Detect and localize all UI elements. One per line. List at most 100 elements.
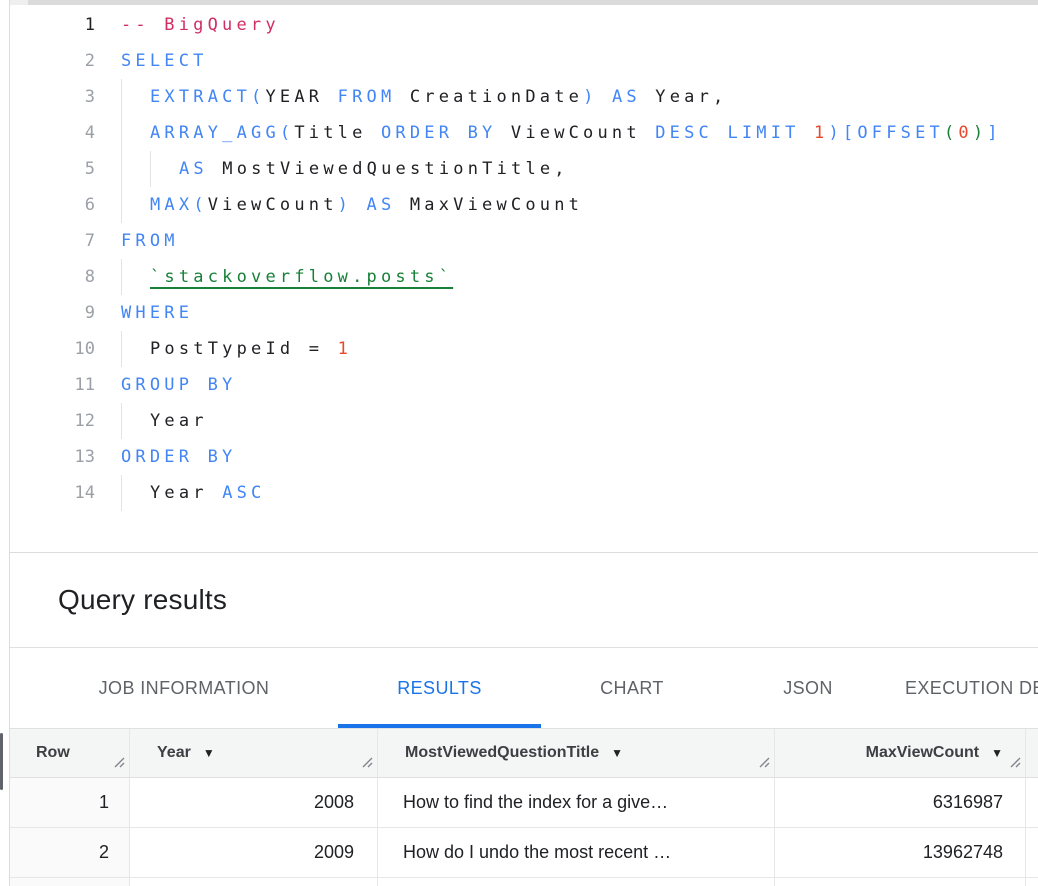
code-tokens: `stackoverflow.posts` xyxy=(150,259,453,295)
cell-year xyxy=(130,878,378,886)
column-header-maxviewcount[interactable]: MaxViewCount ▼ xyxy=(775,729,1026,778)
cell-max: 13962748 xyxy=(775,828,1026,878)
tab-execution-details[interactable]: EXECUTION DETAILS xyxy=(893,648,1038,728)
column-label: MaxViewCount xyxy=(866,744,980,762)
table-row: 2 2009 How do I undo the most recent …1396… xyxy=(10,828,1038,878)
query-results-header: Query results xyxy=(10,553,1038,648)
column-resize-handle-icon[interactable] xyxy=(359,754,373,773)
cell-value: 1 xyxy=(99,792,109,813)
indent-guide xyxy=(121,79,150,115)
vertical-scrollbar-thumb[interactable] xyxy=(0,733,3,790)
cell-value: 6316987 xyxy=(933,792,1003,813)
column-header-clipped xyxy=(1026,729,1038,778)
code-content: SELECT xyxy=(121,43,208,79)
indent-guide xyxy=(121,331,150,367)
results-tab-bar: JOB INFORMATION RESULTS CHART JSON EXECUTION… xyxy=(10,648,1038,728)
indent-guide xyxy=(150,151,179,187)
code-line[interactable]: 7FROM xyxy=(10,223,1038,259)
code-content: PostTypeId = 1 xyxy=(121,331,352,367)
indent-guide xyxy=(121,151,150,187)
cell-clipped xyxy=(1026,778,1038,828)
code-content: MAX(ViewCount) AS MaxViewCount xyxy=(121,187,583,223)
column-header-year[interactable]: Year ▼ xyxy=(130,729,378,778)
code-tokens: ORDER BY xyxy=(121,439,236,475)
cell-row: 2 xyxy=(10,828,130,878)
cell-title: How do I undo the most recent … xyxy=(378,828,775,878)
code-tokens: ARRAY_AGG(Title ORDER BY ViewCount DESC … xyxy=(150,115,1002,151)
scrollbar-thumb[interactable] xyxy=(28,0,1038,5)
code-line[interactable]: 1 -- BigQuery xyxy=(10,7,1038,43)
column-resize-handle-icon[interactable] xyxy=(756,754,770,773)
tab-job-information[interactable]: JOB INFORMATION xyxy=(30,648,338,728)
cell-clipped xyxy=(1026,828,1038,878)
indent-guide xyxy=(121,403,150,439)
column-resize-handle-icon[interactable] xyxy=(1007,754,1021,773)
column-header-mostviewedquestiontitle[interactable]: MostViewedQuestionTitle ▼ xyxy=(378,729,775,778)
sort-arrow-icon[interactable]: ▼ xyxy=(991,746,1003,760)
code-line[interactable]: 10 PostTypeId = 1 xyxy=(10,331,1038,367)
sort-arrow-icon[interactable]: ▼ xyxy=(203,746,215,760)
sql-editor[interactable]: 1 -- BigQuery2SELECT3 EXTRACT(YEAR FROM Cr… xyxy=(10,5,1038,553)
column-header-row[interactable]: Row xyxy=(10,729,130,778)
tab-label: JSON xyxy=(783,678,833,699)
column-label: Row xyxy=(36,744,70,762)
code-line[interactable]: 3 EXTRACT(YEAR FROM CreationDate) AS Year… xyxy=(10,79,1038,115)
tab-label: CHART xyxy=(600,678,664,699)
code-content: `stackoverflow.posts` xyxy=(121,259,453,295)
line-number: 1 xyxy=(10,7,95,43)
code-line[interactable]: 4ARRAY_AGG(Title ORDER BY ViewCount DESC… xyxy=(10,115,1038,151)
column-label: Year xyxy=(157,744,191,762)
column-resize-handle-icon[interactable] xyxy=(111,754,125,773)
code-line[interactable]: 6MAX(ViewCount) AS MaxViewCount xyxy=(10,187,1038,223)
tab-json[interactable]: JSON xyxy=(723,648,893,728)
column-label: MostViewedQuestionTitle xyxy=(405,744,599,762)
sort-arrow-icon[interactable]: ▼ xyxy=(611,746,623,760)
code-tokens: WHERE xyxy=(121,295,193,331)
code-content: -- BigQuery xyxy=(121,7,280,43)
code-tokens: EXTRACT(YEAR FROM CreationDate) AS Year, xyxy=(150,79,727,115)
code-line[interactable]: 9WHERE xyxy=(10,295,1038,331)
code-content: FROM xyxy=(121,223,179,259)
results-table: RowYear▼MostViewedQuestionTitle▼MaxViewC… xyxy=(10,728,1038,886)
cell-value: 2 xyxy=(99,842,109,863)
cell-clipped xyxy=(1026,878,1038,886)
indent-guide xyxy=(121,259,150,295)
bigquery-console: 1-- BigQuery2SELECT3EXTRACT(YEAR FROM Cr… xyxy=(0,0,1038,886)
line-number: 11 xyxy=(10,367,95,403)
cell-year: 2009 xyxy=(130,828,378,878)
tab-label: JOB INFORMATION xyxy=(99,678,270,699)
indent-guide xyxy=(121,475,150,511)
editor-horizontal-scrollbar xyxy=(10,0,1038,5)
cell-value: How to find the index for a give… xyxy=(403,792,668,813)
code-content: GROUP BY xyxy=(121,367,236,403)
line-number: 3 xyxy=(10,79,95,115)
code-content: EXTRACT(YEAR FROM CreationDate) AS Year, xyxy=(121,79,727,115)
code-line[interactable]: 5AS MostViewedQuestionTitle, xyxy=(10,151,1038,187)
active-tab-underline xyxy=(338,724,541,728)
line-number: 13 xyxy=(10,439,95,475)
table-header-row: RowYear▼MostViewedQuestionTitle▼MaxViewC… xyxy=(10,729,1038,778)
line-number: 5 xyxy=(10,151,95,187)
tab-results[interactable]: RESULTS xyxy=(338,648,541,728)
code-content: WHERE xyxy=(121,295,193,331)
code-line[interactable]: 14Year ASC xyxy=(10,475,1038,511)
tab-chart[interactable]: CHART xyxy=(541,648,723,728)
cell-value: 2009 xyxy=(314,842,354,863)
code-line[interactable]: 12Year xyxy=(10,403,1038,439)
code-line[interactable]: 8`stackoverflow.posts` xyxy=(10,259,1038,295)
code-content: ORDER BY xyxy=(121,439,236,475)
code-line[interactable]: 11 GROUP BY xyxy=(10,367,1038,403)
page-title: Query results xyxy=(10,584,227,616)
line-number: 10 xyxy=(10,331,95,367)
code-tokens: Year ASC xyxy=(150,475,266,511)
cell-value: 2008 xyxy=(314,792,354,813)
indent-guide xyxy=(121,187,150,223)
cell-year: 2008 xyxy=(130,778,378,828)
code-tokens: Year xyxy=(150,403,208,439)
cell-max xyxy=(775,878,1026,886)
panel-left-border xyxy=(9,0,10,886)
code-line[interactable]: 13 ORDER BY xyxy=(10,439,1038,475)
code-line[interactable]: 2SELECT xyxy=(10,43,1038,79)
code-tokens: MAX(ViewCount) AS MaxViewCount xyxy=(150,187,583,223)
code-tokens: PostTypeId = 1 xyxy=(150,331,352,367)
